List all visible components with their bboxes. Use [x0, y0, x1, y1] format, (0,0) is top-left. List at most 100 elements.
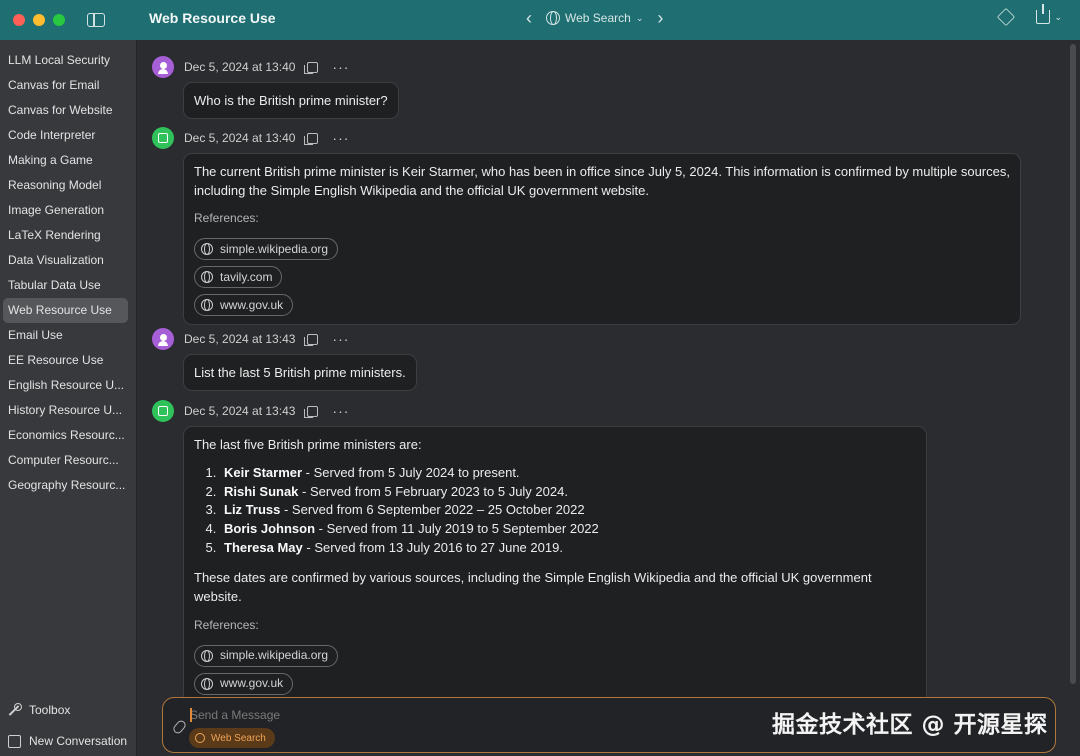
- sidebar-item[interactable]: Economics Resourc...: [3, 423, 128, 448]
- sidebar-item[interactable]: English Resource U...: [3, 373, 128, 398]
- message-header: Dec 5, 2024 at 13:40 ···: [152, 56, 349, 78]
- assistant-message-bubble: The current British prime minister is Ke…: [183, 153, 1021, 325]
- user-message-bubble: Who is the British prime minister?: [183, 82, 399, 119]
- user-avatar: [152, 56, 174, 78]
- message-header: Dec 5, 2024 at 13:40 ···: [152, 127, 349, 149]
- zoom-window-button[interactable]: [53, 14, 65, 26]
- title-actions: ⌄: [997, 4, 1062, 27]
- globe-icon: [201, 677, 213, 690]
- sidebar-item[interactable]: LaTeX Rendering: [3, 223, 128, 248]
- window-controls: [13, 14, 65, 26]
- reference-label: tavily.com: [220, 269, 273, 284]
- more-options-icon[interactable]: ···: [332, 131, 349, 145]
- pm-detail: - Served from 11 July 2019 to 5 Septembe…: [315, 521, 599, 537]
- pm-detail: - Served from 5 February 2023 to 5 July …: [298, 483, 568, 499]
- watermark: 掘金技术社区 @ 开源星探: [772, 712, 1048, 738]
- sidebar-item[interactable]: Image Generation: [3, 198, 128, 223]
- cube-icon[interactable]: [997, 7, 1016, 27]
- reference-link[interactable]: simple.wikipedia.org: [194, 238, 339, 260]
- reference-label: www.gov.uk: [220, 297, 284, 312]
- conversation-list: LLM Local Security Canvas for Email Canvas…: [0, 40, 136, 498]
- share-button[interactable]: ⌄: [1036, 4, 1062, 24]
- reference-link[interactable]: www.gov.uk: [194, 672, 294, 695]
- sidebar-toggle-icon[interactable]: [87, 13, 105, 27]
- close-window-button[interactable]: [13, 14, 25, 26]
- pm-detail: - Served from 6 September 2022 – 25 Octo…: [280, 502, 585, 518]
- chat-area[interactable]: Dec 5, 2024 at 13:40 ··· Who is the Brit…: [138, 40, 1080, 756]
- sidebar-item[interactable]: Code Interpreter: [3, 123, 128, 148]
- chevron-left-icon[interactable]: ‹: [526, 8, 532, 28]
- references-label: References:: [194, 211, 259, 225]
- minimize-window-button[interactable]: [33, 14, 45, 26]
- pm-name: Keir Starmer: [224, 465, 303, 480]
- toolbox-label: Toolbox: [29, 702, 71, 717]
- new-conversation-label: New Conversation: [29, 733, 128, 748]
- list-item: Boris Johnson - Served from 11 July 2019…: [220, 520, 916, 539]
- user-avatar: [152, 328, 174, 350]
- more-options-icon[interactable]: ···: [332, 332, 349, 346]
- toolbox-button[interactable]: Toolbox: [0, 694, 137, 725]
- sidebar-item[interactable]: Geography Resourc...: [3, 473, 128, 498]
- more-options-icon[interactable]: ···: [332, 60, 349, 74]
- title-bar: Web Resource Use ‹ Web Search ⌄ › ⌄: [0, 0, 1080, 40]
- sidebar-item[interactable]: Web Resource Use: [3, 298, 128, 323]
- reference-row: simple.wikipedia.org: [194, 232, 1010, 260]
- sidebar-item[interactable]: EE Resource Use: [3, 348, 128, 373]
- sidebar-item[interactable]: Canvas for Website: [3, 98, 128, 123]
- wrench-icon: [7, 702, 22, 717]
- reference-link[interactable]: simple.wikipedia.org: [194, 644, 339, 667]
- sidebar-footer: Toolbox New Conversation: [0, 694, 137, 756]
- copy-icon[interactable]: [304, 132, 319, 145]
- new-chat-icon: [7, 734, 21, 748]
- web-search-chip[interactable]: Web Search: [189, 728, 275, 748]
- copy-icon[interactable]: [304, 61, 319, 74]
- globe-icon: [201, 299, 213, 311]
- chevron-down-icon: ⌄: [635, 12, 644, 23]
- mode-selector[interactable]: Web Search ⌄: [546, 11, 643, 25]
- sidebar-item[interactable]: Reasoning Model: [3, 173, 128, 198]
- copy-icon[interactable]: [304, 333, 319, 346]
- pm-detail: - Served from 5 July 2024 to present.: [302, 465, 520, 480]
- message-text: Who is the British prime minister?: [194, 93, 388, 108]
- sidebar-item[interactable]: Computer Resourc...: [3, 448, 128, 473]
- chevron-right-icon[interactable]: ›: [657, 8, 663, 28]
- reference-label: www.gov.uk: [220, 676, 284, 691]
- sidebar-item[interactable]: History Resource U...: [3, 398, 128, 423]
- message-text: List the last 5 British prime ministers.: [194, 365, 406, 380]
- pm-name: Boris Johnson: [224, 521, 316, 537]
- sidebar-item[interactable]: Email Use: [3, 323, 128, 348]
- prime-minister-list: Keir Starmer - Served from 5 July 2024 t…: [220, 464, 916, 558]
- message-timestamp: Dec 5, 2024 at 13:40: [184, 131, 296, 145]
- globe-icon: [201, 649, 213, 662]
- pm-name: Liz Truss: [224, 502, 281, 518]
- sidebar-item[interactable]: Canvas for Email: [3, 73, 128, 98]
- list-item: Keir Starmer - Served from 5 July 2024 t…: [220, 464, 916, 483]
- sidebar-item[interactable]: Tabular Data Use: [3, 273, 128, 298]
- sidebar-item[interactable]: LLM Local Security: [3, 48, 128, 73]
- web-search-chip-label: Web Search: [211, 732, 266, 744]
- more-options-icon[interactable]: ···: [332, 404, 349, 418]
- reference-row: www.gov.uk: [194, 288, 1010, 316]
- sidebar-item[interactable]: Data Visualization: [3, 248, 128, 273]
- globe-icon: [195, 733, 205, 743]
- globe-icon: [201, 271, 213, 283]
- message-input[interactable]: [190, 706, 750, 724]
- user-message-bubble: List the last 5 British prime ministers.: [183, 354, 417, 391]
- reference-link[interactable]: www.gov.uk: [194, 294, 294, 316]
- nav-center: ‹ Web Search ⌄ ›: [526, 8, 663, 28]
- scrollbar[interactable]: [1070, 44, 1076, 684]
- message-outro: These dates are confirmed by various sou…: [194, 569, 872, 604]
- mode-label: Web Search: [565, 11, 631, 25]
- paperclip-icon[interactable]: [171, 718, 188, 736]
- bot-icon: [158, 133, 168, 143]
- message-header: Dec 5, 2024 at 13:43 ···: [152, 400, 349, 422]
- copy-icon[interactable]: [304, 405, 319, 418]
- references-list: simple.wikipedia.org tavily.com www.gov.uk: [194, 232, 1010, 316]
- message-header: Dec 5, 2024 at 13:43 ···: [152, 328, 349, 350]
- new-conversation-button[interactable]: New Conversation: [0, 725, 137, 756]
- text-caret: [190, 708, 192, 722]
- pm-detail: - Served from 13 July 2016 to 27 June 20…: [302, 539, 563, 555]
- reference-link[interactable]: tavily.com: [194, 266, 283, 288]
- globe-icon: [201, 243, 213, 255]
- sidebar-item[interactable]: Making a Game: [3, 148, 128, 173]
